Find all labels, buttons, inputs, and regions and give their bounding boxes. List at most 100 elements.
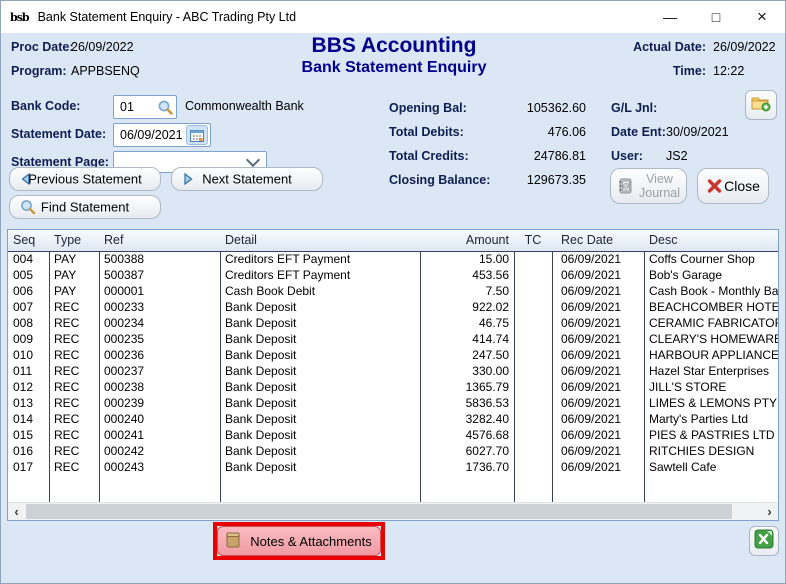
table-cell: Cash Book Debit [225,284,316,298]
table-cell: REC [54,396,80,410]
table-cell: REC [54,348,80,362]
table-row[interactable]: 017 REC 000243 Bank Deposit 1736.70 06/09/202… [8,459,778,475]
column-header[interactable]: Detail [220,230,420,251]
column-header[interactable]: Amount [420,230,514,251]
table-cell: 000236 [104,348,145,362]
table-cell: 06/09/2021 [561,348,622,362]
table-row[interactable]: 004 PAY 500388 Creditors EFT Payment 15.00 06… [8,251,778,267]
table-cell [514,443,552,459]
table-row[interactable]: 010 REC 000236 Bank Deposit 247.50 06/09/2021… [8,347,778,363]
table-row[interactable]: 008 REC 000234 Bank Deposit 46.75 06/09/2021 C… [8,315,778,331]
column-header[interactable]: Rec Date [552,230,644,251]
bank-statement-enquiry-window: bsb Bank Statement Enquiry - ABC Trading… [0,0,786,584]
table-cell: 016 [13,444,34,458]
table-row[interactable]: 016 REC 000242 Bank Deposit 6027.70 06/09/202… [8,443,778,459]
horizontal-scrollbar[interactable]: ‹ › [8,502,778,520]
table-cell: Creditors EFT Payment [225,268,351,282]
column-header[interactable]: Seq [8,230,49,251]
table-cell: 000237 [104,364,145,378]
view-journal-button[interactable]: @ View Journal [610,168,687,204]
close-window-button[interactable]: × [739,1,785,33]
column-header[interactable]: TC [514,230,552,251]
table-row[interactable]: 012 REC 000238 Bank Deposit 1365.79 06/09/202… [8,379,778,395]
table-cell: 5836.53 [465,396,509,410]
scrollbar-thumb[interactable] [26,504,732,519]
table-cell: 011 [13,364,33,378]
program-value: APPBSENQ [71,64,140,78]
table-row[interactable]: 007 REC 000233 Bank Deposit 922.02 06/09/2021… [8,299,778,315]
table-cell [514,283,552,299]
column-header[interactable]: Type [49,230,99,251]
close-button[interactable]: Close [697,168,769,204]
table-cell: 000235 [104,332,145,346]
minimize-button[interactable]: — [647,1,693,33]
table-row[interactable]: 014 REC 000240 Bank Deposit 3282.40 06/09/202… [8,411,778,427]
notes-attachments-button[interactable]: Notes & Attachments [217,526,381,556]
window-controls: — □ × [647,1,785,33]
bank-code-search-icon[interactable] [157,99,174,116]
table-cell: REC [54,332,80,346]
previous-statement-button[interactable]: Previous Statement [9,167,161,191]
chevron-down-icon [245,152,261,168]
table-cell: CERAMIC FABRICATORS [649,316,778,330]
table-cell: 000233 [104,300,145,314]
bank-code-input[interactable]: 01 [113,95,177,119]
table-cell [514,459,552,475]
table-cell: 010 [13,348,34,362]
scroll-right-icon[interactable]: › [761,503,778,520]
table-cell: 000001 [104,284,145,298]
table-cell [514,411,552,427]
table-cell: 008 [13,316,34,330]
table-row[interactable]: 015 REC 000241 Bank Deposit 4576.68 06/09/202… [8,427,778,443]
statement-date-input[interactable]: 06/09/2021 [113,123,211,147]
table-cell: 000240 [104,412,145,426]
time-label: Time: [672,64,706,78]
app-icon: bsb [10,10,30,24]
find-statement-button[interactable]: Find Statement [9,195,161,219]
export-excel-button[interactable] [749,526,779,556]
table-cell [514,315,552,331]
table-cell: 06/09/2021 [561,444,622,458]
total-credits-value: 24786.81 [533,149,586,163]
table-cell: CLEARY'S HOMEWARES [649,332,778,346]
table-cell: REC [54,412,80,426]
table-cell: 06/09/2021 [561,460,622,474]
table-cell: 414.74 [472,332,509,346]
window-title: Bank Statement Enquiry - ABC Trading Pty… [37,10,297,24]
table-cell: 6027.70 [465,444,509,458]
maximize-button[interactable]: □ [693,1,739,33]
table-cell: RITCHIES DESIGN [649,444,755,458]
table-cell: 005 [13,268,34,282]
table-cell: 017 [13,460,34,474]
actual-date-value: 26/09/2022 [713,40,776,54]
table-header: Seq Type Ref Detail Amount TC Rec Date Desc [8,230,778,252]
table-cell [514,267,552,283]
scroll-left-icon[interactable]: ‹ [8,503,25,520]
calendar-icon[interactable] [186,125,208,145]
previous-statement-label: Previous Statement [28,171,142,187]
table-cell: 4576.68 [465,428,509,442]
table-cell: 46.75 [478,316,509,330]
table-row[interactable]: 009 REC 000235 Bank Deposit 414.74 06/09/2021… [8,331,778,347]
table-row[interactable]: 005 PAY 500387 Creditors EFT Payment 453.56 0… [8,267,778,283]
window-content: Proc Date: 26/09/2022 Program: APPBSENQ … [1,33,785,583]
table-cell: 06/09/2021 [561,284,622,298]
column-header[interactable]: Desc [644,230,778,251]
table-cell: REC [54,380,80,394]
statement-date-value: 06/09/2021 [120,128,183,142]
table-cell [514,395,552,411]
table-cell: 7.50 [485,284,509,298]
table-row[interactable]: 011 REC 000237 Bank Deposit 330.00 06/09/2021… [8,363,778,379]
next-statement-button[interactable]: Next Statement [171,167,323,191]
table-cell: 15.00 [478,252,509,266]
table-row[interactable]: 013 REC 000239 Bank Deposit 5836.53 06/09/202… [8,395,778,411]
table-row[interactable]: 006 PAY 000001 Cash Book Debit 7.50 06/09/202… [8,283,778,299]
table-cell: 3282.40 [465,412,509,426]
table-cell: Bank Deposit [225,332,297,346]
table-cell: 06/09/2021 [561,396,622,410]
annotation-highlight: Notes & Attachments [213,522,385,560]
statement-table: Seq Type Ref Detail Amount TC Rec Date Desc 004… [7,229,779,521]
table-cell: PAY [54,252,77,266]
column-header[interactable]: Ref [99,230,220,251]
gl-journal-add-button[interactable] [745,90,777,120]
